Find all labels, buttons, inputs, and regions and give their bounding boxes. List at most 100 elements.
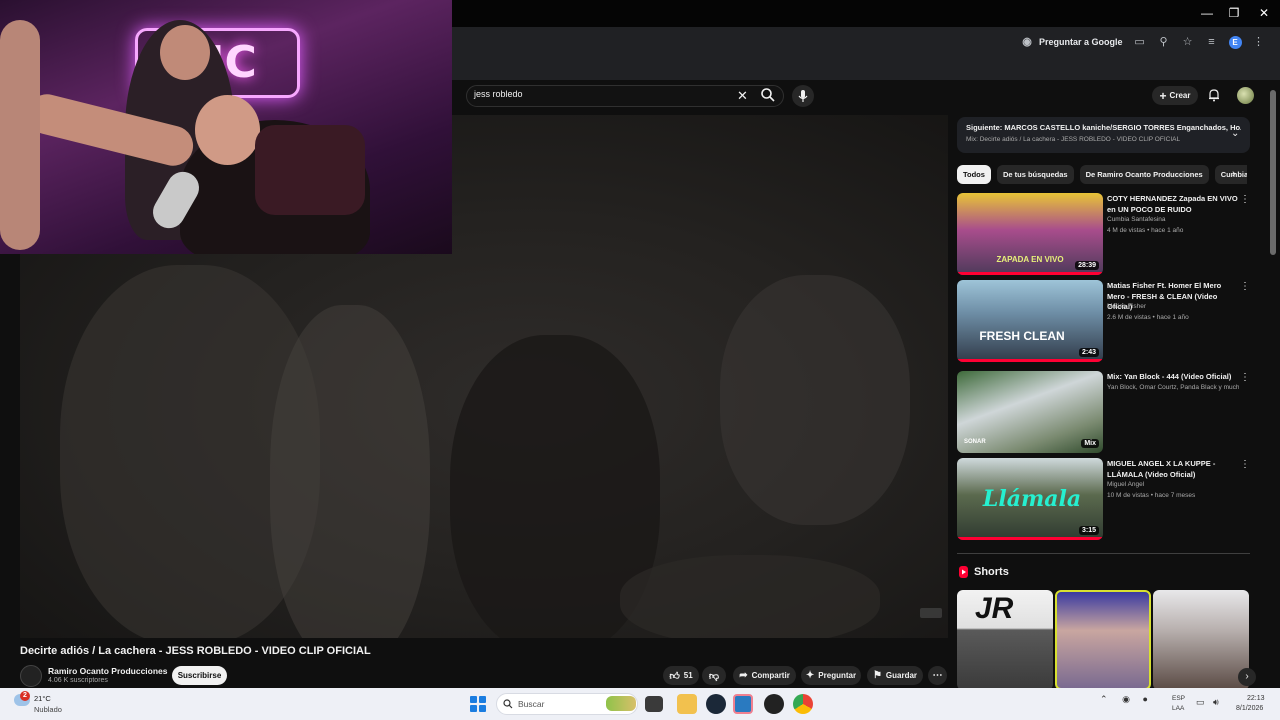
browser-menu-icon[interactable]: ⋮ (1252, 35, 1266, 49)
windows-start-icon[interactable] (470, 696, 486, 712)
windows-taskbar (0, 688, 1280, 720)
restore-icon[interactable]: ❐ (1224, 4, 1244, 22)
video-figure (270, 305, 430, 638)
create-label: Crear (1169, 91, 1191, 100)
plus-icon: + (1159, 88, 1167, 103)
recommendation-item[interactable]: Llámala 3:15 MIGUEL ANGEL X LA KUPPE - L… (957, 458, 1250, 542)
clock-time[interactable]: 22:13 (1247, 695, 1265, 702)
up-next-panel[interactable]: Siguiente: MARCOS CASTELLO kaniche/SERGI… (957, 117, 1250, 153)
profile-avatar[interactable]: E (1228, 35, 1242, 49)
filter-chips: Todos De tus búsquedas De Ramiro Ocanto … (957, 165, 1247, 184)
save-button[interactable]: ⚑ Guardar (867, 666, 923, 685)
more-vert-icon[interactable]: ⋮ (1240, 194, 1250, 205)
video-thumbnail[interactable]: SONAR Mix (957, 371, 1103, 453)
file-explorer-icon[interactable] (677, 694, 697, 714)
weather-temperature[interactable]: 21°C (34, 694, 51, 703)
cast-icon[interactable]: ▭ (1133, 35, 1147, 49)
search-icon (503, 699, 513, 709)
subscriber-count: 4.06 K suscriptores (48, 677, 108, 684)
notifications-icon[interactable] (1207, 88, 1221, 102)
lens-icon: ◉ (1022, 36, 1032, 48)
mic-icon (798, 90, 808, 102)
divider (957, 553, 1250, 554)
recommendation-channel: Cumbia Santafesina (1107, 216, 1166, 223)
share-label: Compartir (751, 671, 790, 680)
zoom-icon[interactable]: ⚲ (1157, 35, 1171, 49)
recommendation-item[interactable]: SONAR Mix Mix: Yan Block - 444 (Video Of… (957, 371, 1250, 455)
chip-from-channel[interactable]: De Ramiro Ocanto Producciones (1079, 165, 1209, 184)
recommendation-meta: 4 M de vistas • hace 1 año (1107, 227, 1184, 234)
chip-cumbia[interactable]: Cumbia (1214, 165, 1247, 184)
clear-search-icon[interactable]: ✕ (737, 88, 748, 104)
more-vert-icon[interactable]: ⋮ (1240, 372, 1250, 383)
ask-button[interactable]: ✦ Preguntar (801, 666, 861, 685)
chevron-right-icon[interactable]: › (1238, 668, 1256, 686)
channel-name[interactable]: Ramiro Ocanto Producciones (48, 666, 168, 676)
short-item[interactable] (1055, 590, 1151, 690)
minimize-icon[interactable]: — (1197, 4, 1217, 22)
share-icon: ➦ (739, 670, 748, 681)
short-item[interactable]: JR (957, 590, 1053, 690)
person-partial (0, 20, 40, 250)
recommendation-meta: 2.6 M de vistas • hace 1 año (1107, 314, 1189, 321)
taskbar-search-placeholder: Buscar (518, 699, 545, 709)
keyboard-layout-indicator[interactable]: LAA (1172, 705, 1184, 712)
obs-icon[interactable] (764, 694, 784, 714)
streamer-face (195, 95, 260, 165)
chrome-icon[interactable] (793, 694, 813, 714)
search-icon[interactable] (760, 87, 776, 103)
chip-from-searches[interactable]: De tus búsquedas (996, 165, 1074, 184)
more-vert-icon[interactable]: ⋮ (1240, 459, 1250, 470)
app-window-icon[interactable] (733, 694, 753, 714)
account-avatar[interactable] (1237, 87, 1254, 104)
video-thumbnail[interactable]: ZAPADA EN VIVO 28:39 (957, 193, 1103, 275)
bookmark-star-icon[interactable]: ☆ (1181, 35, 1195, 49)
ask-google-label: Preguntar a Google (1039, 37, 1123, 47)
dislike-button[interactable]: 👎︎ (702, 666, 726, 685)
share-button[interactable]: ➦ Compartir (733, 666, 796, 685)
thumbnail-text: FRESH CLEAN (979, 329, 1065, 343)
more-actions-button[interactable]: ⋯ (928, 666, 947, 685)
video-duration: 3:15 (1078, 526, 1099, 535)
chevron-right-icon[interactable]: › (1232, 168, 1236, 180)
recommendation-item[interactable]: FRESH CLEAN 2:43 Matias Fisher Ft. Homer… (957, 280, 1250, 364)
thumbnail-text: ZAPADA EN VIVO (996, 255, 1064, 264)
webcam-overlay: TIC (0, 0, 452, 254)
ask-google-button[interactable]: ◉ Preguntar a Google (1020, 35, 1123, 49)
network-icon[interactable]: ◉ (1122, 694, 1130, 704)
media-queue-icon[interactable]: ≡ (1205, 35, 1219, 49)
video-duration: 2:43 (1078, 348, 1099, 357)
language-indicator[interactable]: ESP (1172, 695, 1185, 702)
like-button[interactable]: 👍︎ 51 (663, 666, 699, 685)
thumbs-down-icon: 👎︎ (708, 670, 720, 682)
recommendation-item[interactable]: ZAPADA EN VIVO 28:39 COTY HERNANDEZ Zapa… (957, 193, 1250, 277)
chevron-down-icon[interactable]: ⌄ (1231, 128, 1239, 139)
thumbnail-text: SONAR (964, 439, 986, 445)
channel-avatar[interactable] (20, 665, 42, 687)
display-icon[interactable]: ▭ (1196, 697, 1205, 708)
toolbar-actions: ◉ Preguntar a Google ▭ ⚲ ☆ ≡ E ⋮ (1020, 31, 1266, 53)
close-icon[interactable]: ✕ (1254, 4, 1274, 22)
more-vert-icon[interactable]: ⋮ (1240, 281, 1250, 292)
search-query[interactable]: jess robledo (474, 89, 523, 99)
steam-icon[interactable] (706, 694, 726, 714)
video-thumbnail[interactable]: FRESH CLEAN 2:43 (957, 280, 1103, 362)
recommendation-title: Mix: Yan Block - 444 (Video Oficial) (1107, 372, 1232, 381)
chip-all[interactable]: Todos (957, 165, 991, 184)
volume-icon[interactable]: 🔊︎ (1213, 697, 1219, 708)
recommendation-channel: Matias Fisher (1107, 303, 1147, 310)
create-button[interactable]: + Crear (1152, 86, 1198, 105)
task-view-icon[interactable] (645, 696, 663, 712)
voice-search-button[interactable] (792, 85, 814, 107)
mic-icon[interactable]: ● (1142, 694, 1147, 704)
mix-badge: Mix (1081, 439, 1099, 448)
clock-date[interactable]: 8/1/2026 (1236, 705, 1263, 712)
video-title: Decirte adiós / La cachera - JESS ROBLED… (20, 645, 371, 657)
short-item[interactable] (1153, 590, 1249, 690)
scrollbar[interactable] (1270, 90, 1276, 255)
chevron-up-icon[interactable]: ⌃ (1100, 694, 1108, 704)
weather-description[interactable]: Nublado (34, 705, 62, 714)
video-thumbnail[interactable]: Llámala 3:15 (957, 458, 1103, 540)
subscribe-button[interactable]: Suscribirse (172, 666, 227, 685)
shorts-icon (959, 566, 968, 578)
